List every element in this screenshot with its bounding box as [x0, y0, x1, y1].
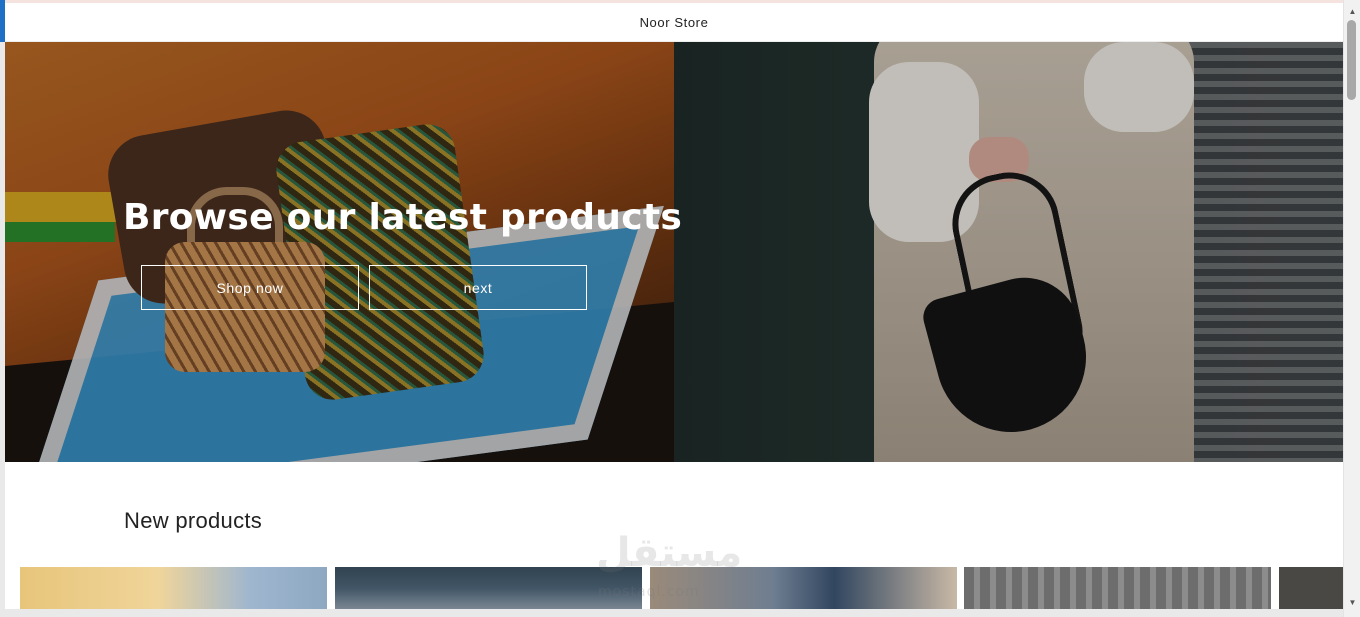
vertical-scrollbar[interactable]: ▲ ▼: [1343, 0, 1360, 617]
hero-banner: Browse our latest products Shop now next: [5, 42, 1343, 462]
new-products-title: New products: [124, 508, 263, 533]
shop-now-button[interactable]: Shop now: [141, 265, 359, 310]
scroll-thumb[interactable]: [1347, 20, 1356, 100]
product-card[interactable]: [964, 567, 1271, 609]
hero-title: Browse our latest products: [123, 197, 683, 238]
browser-window: Noor Store Browse our latest products Sh…: [0, 0, 1360, 617]
next-button[interactable]: next: [369, 265, 587, 310]
product-card[interactable]: [1279, 567, 1343, 609]
hero-overlay: [5, 42, 1343, 462]
window-bottom-frame: [0, 609, 1343, 617]
scroll-up-arrow-icon[interactable]: ▲: [1344, 3, 1360, 20]
store-header: Noor Store: [5, 3, 1343, 42]
watermark-url: mostaql.com: [598, 584, 700, 600]
store-name[interactable]: Noor Store: [640, 15, 709, 30]
product-card[interactable]: [335, 567, 642, 609]
scroll-down-arrow-icon[interactable]: ▼: [1344, 594, 1360, 611]
hero-buttons: Shop now next: [141, 265, 587, 310]
product-card[interactable]: [20, 567, 327, 609]
hero-content: Browse our latest products: [123, 197, 682, 238]
